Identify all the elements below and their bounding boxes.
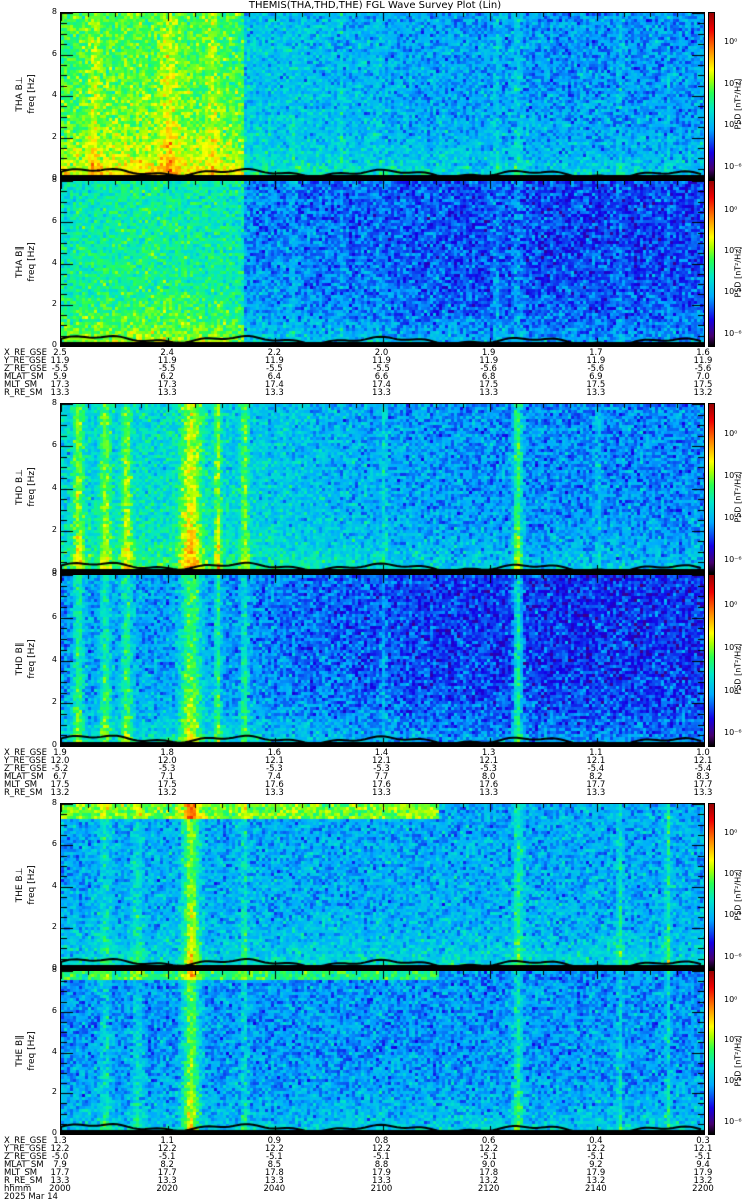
y-tick-label: 6: [51, 440, 57, 450]
y-axis-label: freq [Hz]: [27, 864, 37, 905]
colorbar: [708, 574, 715, 747]
colorbar-label: PSD [nT²/Hz]: [733, 1035, 743, 1086]
y-tick-label: 4: [51, 257, 57, 267]
y-tick-label: 2: [51, 524, 57, 534]
colorbar-tick-label: 10⁻⁶: [724, 951, 742, 961]
colorbar-tick-label: 10⁻⁶: [724, 728, 742, 738]
ephemeris-value: 13.3: [479, 788, 499, 798]
spectrogram-panel: [60, 180, 705, 347]
spectrogram-heatmap: [61, 404, 704, 573]
ephemeris-value: 2200: [692, 1184, 714, 1194]
colorbar-tick-label: 10⁻⁶: [724, 328, 742, 338]
y-tick-label: 6: [51, 611, 57, 621]
colorbar-label: PSD [nT²/Hz]: [733, 78, 743, 130]
ephemeris-value: 13.3: [50, 388, 70, 398]
spectrogram-heatmap: [61, 575, 704, 746]
colorbar-tick-label: 10⁰: [724, 827, 738, 837]
colorbar: [708, 803, 715, 970]
plot-title: THEMIS(THA,THD,THE) FGL Wave Survey Plot…: [248, 0, 502, 11]
panel-label: THD B⊥: [15, 468, 25, 505]
ephemeris-value: 13.3: [372, 388, 391, 398]
colorbar-label: PSD [nT²/Hz]: [733, 869, 743, 920]
y-tick-label: 2: [51, 131, 57, 141]
y-tick-label: 6: [51, 48, 57, 58]
colorbar-tick-label: 10⁰: [724, 600, 738, 610]
colorbar-tick-label: 10⁰: [724, 204, 738, 214]
y-tick-label: 8: [51, 798, 57, 807]
spectrogram-heatmap: [61, 971, 704, 1134]
y-tick-label: 2: [51, 921, 57, 931]
ephemeris-value: 13.3: [157, 388, 177, 398]
ephemeris-value: 13.3: [586, 388, 606, 398]
y-tick-label: 8: [51, 7, 57, 16]
panel-label: THE B⊥: [15, 867, 25, 902]
y-tick-label: 8: [51, 175, 57, 184]
y-tick-label: 4: [51, 482, 57, 492]
ephemeris-value: 13.3: [264, 788, 284, 798]
ephemeris-value: 13.2: [693, 388, 713, 398]
spectrogram-panel: [60, 574, 705, 747]
colorbar: [708, 180, 715, 347]
colorbar-label: PSD [nT²/Hz]: [733, 471, 743, 522]
y-axis-label: freq [Hz]: [27, 1030, 37, 1071]
ephemeris-value: 2120: [477, 1184, 500, 1194]
y-axis-label: freq [Hz]: [27, 466, 37, 507]
y-tick-label: 2: [51, 1087, 57, 1097]
y-tick-label: 2: [51, 697, 57, 707]
spectrogram-heatmap: [61, 804, 704, 969]
panel-label: THA B⊥: [15, 76, 25, 112]
ephemeris-value: 2020: [156, 1184, 178, 1194]
y-tick-label: 4: [51, 90, 57, 99]
y-tick-label: 2: [51, 298, 57, 308]
colorbar-label: PSD [nT²/Hz]: [733, 643, 743, 694]
ephemeris-value: 2040: [263, 1184, 286, 1194]
colorbar: [708, 970, 715, 1135]
y-axis-label: freq [Hz]: [27, 241, 37, 282]
y-tick-label: 4: [51, 1046, 57, 1056]
spectrogram-panel: [60, 12, 705, 180]
colorbar: [708, 12, 715, 180]
panel-label: THD B∥: [15, 642, 25, 675]
spectrogram-panel: [60, 970, 705, 1135]
colorbar-tick-label: 10⁻⁶: [724, 555, 742, 565]
colorbar-tick-label: 10⁰: [724, 994, 738, 1004]
spectrogram-heatmap: [61, 13, 704, 179]
colorbar-tick-label: 10⁰: [724, 428, 738, 438]
ephemeris-value: 13.3: [586, 788, 606, 798]
colorbar-label: PSD [nT²/Hz]: [733, 246, 743, 297]
ephemeris-value: 2100: [370, 1184, 393, 1194]
y-tick-label: 6: [51, 1005, 57, 1015]
colorbar-tick-label: 10⁰: [724, 37, 738, 47]
spectrogram-heatmap: [61, 181, 704, 346]
y-tick-label: 4: [51, 654, 57, 664]
y-tick-label: 8: [51, 398, 57, 407]
y-tick-label: 8: [51, 569, 57, 578]
ephemeris-value: 13.2: [157, 788, 177, 798]
y-tick-label: 6: [51, 839, 57, 849]
ephemeris-value: 13.2: [50, 788, 70, 798]
ephemeris-value: 13.3: [479, 388, 499, 398]
y-axis-label: freq [Hz]: [27, 74, 37, 114]
colorbar-tick-label: 10⁻⁶: [724, 161, 742, 171]
ephemeris-row-label: R_RE_SM: [4, 788, 43, 798]
panel-label: THA B∥: [15, 245, 25, 278]
spectrogram-panel: [60, 803, 705, 970]
colorbar: [708, 403, 715, 574]
colorbar-tick-label: 10⁻⁶: [724, 1116, 742, 1126]
y-tick-label: 4: [51, 880, 57, 890]
spectrogram-panel: [60, 403, 705, 574]
ephemeris-value: 13.3: [372, 788, 391, 798]
y-axis-label: freq [Hz]: [27, 638, 37, 679]
panel-label: THE B∥: [15, 1034, 25, 1067]
ephemeris-value: 13.3: [693, 788, 713, 798]
ephemeris-row-label: R_RE_SM: [4, 388, 43, 398]
ephemeris-value: 2140: [585, 1184, 607, 1194]
y-tick-label: 8: [51, 965, 57, 974]
ephemeris-value: 13.3: [264, 388, 284, 398]
y-tick-label: 6: [51, 216, 57, 226]
